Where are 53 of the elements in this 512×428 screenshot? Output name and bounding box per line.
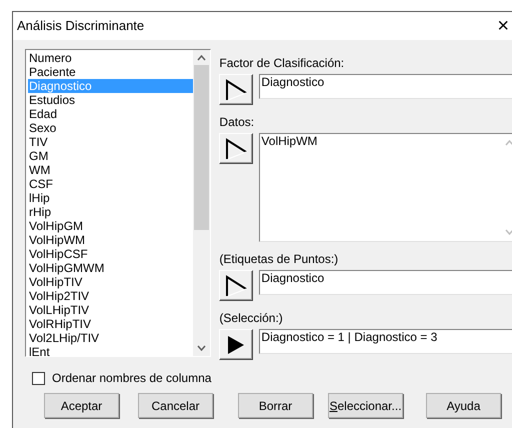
dialog-button[interactable]: Borrar — [238, 393, 313, 418]
field-value: VolHipWM — [260, 134, 318, 150]
column-item[interactable]: CSF — [28, 177, 193, 191]
column-item[interactable]: Estudios — [28, 93, 193, 107]
field-label: (Etiquetas de Puntos:) — [219, 252, 340, 266]
dialog-button[interactable]: Ayuda — [426, 393, 501, 418]
dialog-button[interactable]: Aceptar — [44, 393, 119, 418]
checkbox-label: Ordenar nombres de columna — [52, 370, 212, 387]
column-item[interactable]: Numero — [28, 51, 193, 65]
column-item[interactable]: WM — [28, 163, 193, 177]
column-item[interactable]: VolHip2TIV — [28, 289, 193, 303]
sort-checkbox[interactable] — [32, 372, 45, 384]
scroll-up-icon — [505, 140, 512, 146]
column-item[interactable]: VolHipTIV — [28, 275, 193, 289]
scroll-up-icon — [197, 55, 206, 61]
scroll-down-icon — [197, 345, 206, 351]
column-item[interactable]: VolRHipTIV — [28, 317, 193, 331]
triangle-icon — [225, 138, 248, 160]
column-item[interactable]: TIV — [28, 135, 193, 149]
dialog-button[interactable]: Cancelar — [138, 393, 213, 418]
scrollbar[interactable] — [193, 50, 210, 356]
input-field[interactable]: Diagnostico = 1 | Diagnostico = 3 — [259, 329, 512, 354]
column-item[interactable]: lEnt — [28, 345, 193, 356]
column-item[interactable]: rHip — [28, 205, 193, 219]
column-item[interactable]: Vol2LHip/TIV — [28, 331, 193, 345]
column-item[interactable]: VolLHipTIV — [28, 303, 193, 317]
triangle-icon — [225, 274, 248, 296]
column-item[interactable]: VolHipWM — [28, 233, 193, 247]
column-item[interactable]: VolHipGM — [28, 219, 193, 233]
select-button[interactable] — [219, 270, 254, 301]
field-label: Datos: — [219, 115, 256, 129]
column-item[interactable]: Edad — [28, 107, 193, 121]
column-item[interactable]: VolHipGMWM — [28, 261, 193, 275]
input-field[interactable]: Diagnostico — [259, 270, 512, 295]
column-item[interactable]: Sexo — [28, 121, 193, 135]
select-button[interactable] — [219, 133, 254, 164]
column-item[interactable]: Paciente — [28, 65, 193, 79]
play-button[interactable] — [219, 329, 254, 360]
triangle-icon — [225, 78, 248, 100]
field-label: Factor de Clasificación: — [219, 56, 346, 70]
data-text-area[interactable]: VolHipWM — [259, 133, 512, 242]
scroll-down-icon — [505, 229, 512, 235]
column-item[interactable]: GM — [28, 149, 193, 163]
play-icon — [227, 334, 246, 354]
dialog-button[interactable]: Seleccionar... — [328, 393, 403, 418]
column-item[interactable]: lHip — [28, 191, 193, 205]
scroll-thumb[interactable] — [194, 65, 209, 230]
select-button[interactable] — [219, 74, 254, 105]
column-item[interactable]: VolHipCSF — [28, 247, 193, 261]
field-label: (Selección:) — [219, 311, 284, 325]
input-field[interactable]: Diagnostico — [259, 74, 512, 99]
window-title: Análisis Discriminante — [17, 17, 144, 36]
close-button[interactable]: × — [497, 16, 509, 36]
